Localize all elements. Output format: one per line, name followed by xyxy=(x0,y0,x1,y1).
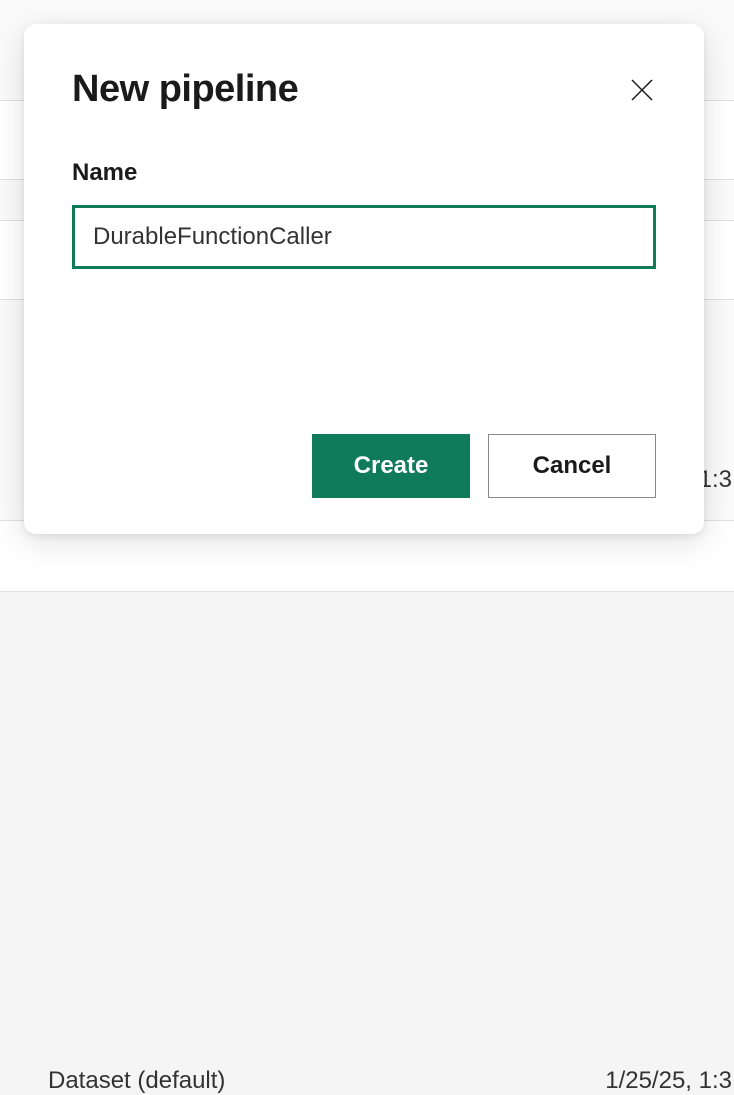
modal-title: New pipeline xyxy=(72,68,298,111)
new-pipeline-modal: New pipeline Name Create Cancel xyxy=(24,24,704,534)
name-field-group: Name xyxy=(72,159,656,269)
name-label: Name xyxy=(72,159,656,187)
cancel-button[interactable]: Cancel xyxy=(488,434,656,498)
name-input[interactable] xyxy=(72,205,656,269)
modal-header: New pipeline xyxy=(72,68,656,111)
background-text: 1/25/25, 1:3 xyxy=(605,1067,732,1095)
modal-footer: Create Cancel xyxy=(72,434,656,498)
create-button[interactable]: Create xyxy=(312,434,470,498)
close-icon[interactable] xyxy=(628,76,656,104)
background-text: Dataset (default) xyxy=(48,1067,225,1095)
